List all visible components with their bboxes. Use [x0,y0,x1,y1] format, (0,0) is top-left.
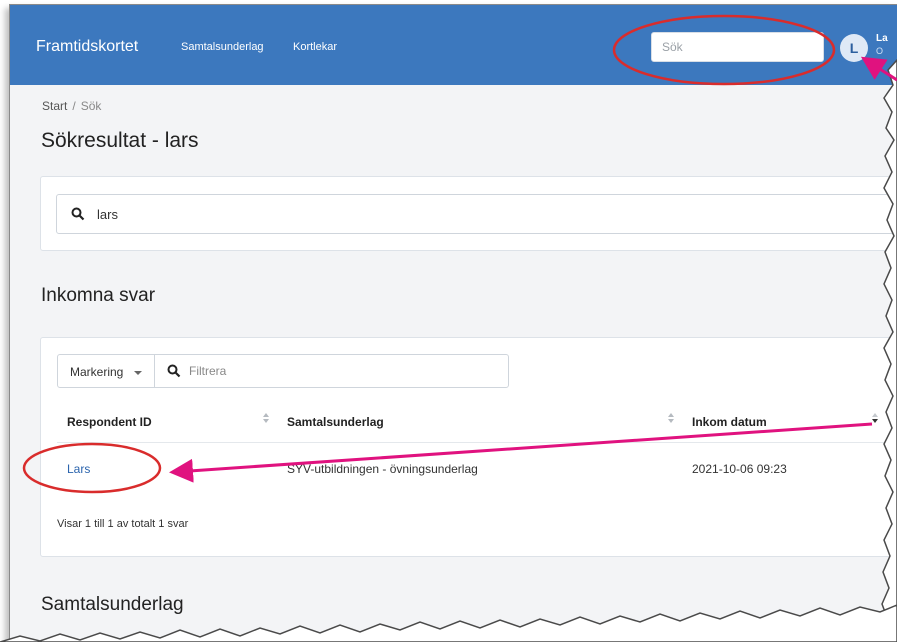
nav-link-kortlekar[interactable]: Kortlekar [293,41,337,53]
column-header-samtalsunderlag[interactable]: Samtalsunderlag [287,415,384,429]
results-card: Markering Filtrera Respondent ID Samtals… [40,337,897,557]
section-title-inkomna-svar: Inkomna svar [41,285,156,306]
top-search-input[interactable]: Sök [651,32,824,62]
results-summary: Visar 1 till 1 av totalt 1 svar [57,518,189,530]
table-cell-date: 2021-10-06 09:23 [692,462,787,476]
filter-placeholder: Filtrera [189,364,227,378]
breadcrumb-separator: / [72,99,76,113]
section-title-samtalsunderlag: Samtalsunderlag [41,594,184,615]
breadcrumb-current: Sök [80,99,102,113]
user-name[interactable]: La [876,33,888,44]
browser-frame: Framtidskortet Samtalsunderlag Kortlekar… [9,4,897,642]
page-title: Sökresultat - lars [41,129,199,152]
search-icon [167,364,181,378]
column-header-respondent-id[interactable]: Respondent ID [67,415,152,429]
markering-dropdown[interactable]: Markering [57,354,155,388]
respondent-link[interactable]: Lars [67,462,90,476]
search-card: lars [40,176,897,251]
search-icon [71,207,85,221]
caret-down-icon [134,371,142,375]
breadcrumb-home[interactable]: Start [42,99,67,113]
column-header-inkom-datum[interactable]: Inkom datum [692,415,767,429]
user-subtitle: O [876,46,884,56]
table-divider [57,442,897,443]
breadcrumb: Start / Sök [42,99,101,113]
sort-icon[interactable] [667,412,675,424]
sort-icon[interactable] [262,412,270,424]
search-value: lars [97,207,118,222]
brand-logo[interactable]: Framtidskortet [36,38,138,56]
avatar[interactable]: L [840,34,868,62]
filter-input[interactable]: Filtrera [154,354,509,388]
navbar: Framtidskortet Samtalsunderlag Kortlekar… [10,5,897,85]
markering-label: Markering [70,365,124,379]
sort-desc-icon[interactable] [871,412,879,424]
table-cell-underlag: SYV-utbildningen - övningsunderlag [287,462,478,476]
search-input[interactable]: lars [56,194,897,234]
nav-link-samtalsunderlag[interactable]: Samtalsunderlag [181,41,264,53]
